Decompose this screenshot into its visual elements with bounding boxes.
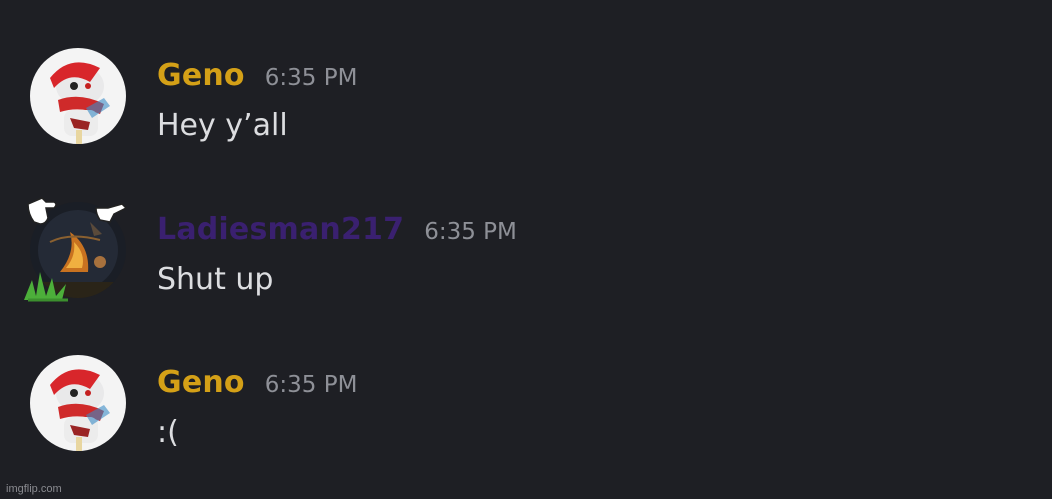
message-text: Shut up [157,262,274,297]
chat-message: Geno 6:35 PM :( [0,355,1052,465]
geno-avatar[interactable] [30,355,126,451]
username[interactable]: Ladiesman217 [157,212,404,247]
timestamp[interactable]: 6:35 PM [424,219,517,245]
pointing-hand-icon [27,197,57,225]
pointing-hand-icon [95,203,128,223]
message-header: Ladiesman217 6:35 PM [157,212,517,252]
grass-icon [24,272,68,302]
message-header: Geno 6:35 PM [157,58,357,98]
message-text: Hey y’all [157,108,288,143]
geno-avatar[interactable] [30,48,126,144]
message-header: Geno 6:35 PM [157,365,357,405]
timestamp[interactable]: 6:35 PM [265,65,358,91]
username[interactable]: Geno [157,365,245,400]
watermark: imgflip.com [6,483,62,495]
timestamp[interactable]: 6:35 PM [265,372,358,398]
message-text: :( [157,415,179,450]
chat-message: Ladiesman217 6:35 PM Shut up [0,197,1052,312]
username[interactable]: Geno [157,58,245,93]
chat-message: Geno 6:35 PM Hey y’all [0,48,1052,158]
